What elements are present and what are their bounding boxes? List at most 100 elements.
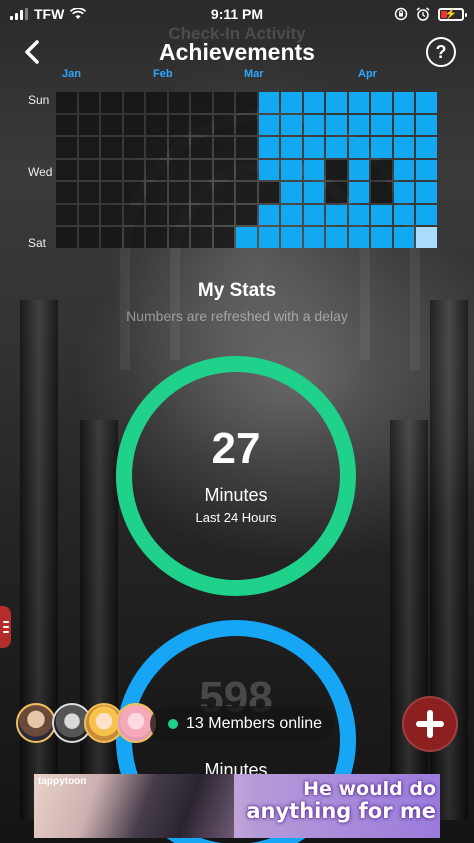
- heatmap-cell: [258, 204, 279, 225]
- minutes-24h-value: 27: [211, 424, 261, 473]
- help-icon: ?: [435, 41, 447, 62]
- heatmap-cell: [416, 159, 437, 180]
- heatmap-cell: [56, 204, 77, 225]
- heatmap-cell: [416, 227, 437, 248]
- heatmap-cell: [56, 114, 77, 135]
- heatmap-cell: [213, 137, 234, 158]
- heatmap-cell: [258, 114, 279, 135]
- ad-brand: tappytoon: [38, 776, 87, 787]
- heatmap-cell: [146, 204, 167, 225]
- heatmap-cell: [416, 204, 437, 225]
- day-label: Sun: [28, 93, 50, 107]
- heatmap-cell: [416, 92, 437, 113]
- heatmap-cell: [168, 182, 189, 203]
- heatmap-cell: [416, 114, 437, 135]
- heatmap-cell: [393, 182, 414, 203]
- online-dot-icon: [168, 719, 178, 729]
- heatmap-cell: [236, 114, 257, 135]
- ad-line-2: anything for me: [246, 798, 436, 823]
- heatmap-cell: [213, 92, 234, 113]
- alarm-icon: [416, 7, 430, 21]
- activity-heatmap: [56, 92, 437, 248]
- heatmap-cell: [101, 92, 122, 113]
- minutes-24h-unit: Minutes: [204, 485, 268, 505]
- heatmap-cell: [281, 182, 302, 203]
- members-online-label: 13 Members online: [186, 715, 323, 732]
- heatmap-cell: [101, 182, 122, 203]
- heatmap-cell: [348, 182, 369, 203]
- plus-icon: [416, 710, 444, 738]
- heatmap-cell: [416, 182, 437, 203]
- create-post-button[interactable]: [402, 696, 458, 752]
- calendar-day-labels: Sun Wed Sat: [0, 90, 56, 250]
- heatmap-cell: [123, 114, 144, 135]
- heatmap-cell: [281, 114, 302, 135]
- heatmap-cell: [213, 114, 234, 135]
- heatmap-cell: [78, 159, 99, 180]
- day-label: Sat: [28, 236, 47, 250]
- heatmap-cell: [191, 182, 212, 203]
- heatmap-cell: [371, 182, 392, 203]
- heatmap-cell: [326, 182, 347, 203]
- heatmap-cell: [56, 227, 77, 248]
- heatmap-cell: [326, 114, 347, 135]
- month-label: Mar: [244, 68, 264, 80]
- avatar: [16, 703, 56, 743]
- day-label: Wed: [28, 165, 53, 179]
- ad-line-1: He would do: [303, 778, 436, 800]
- heatmap-cell: [281, 227, 302, 248]
- heatmap-cell: [236, 137, 257, 158]
- chevron-left-icon: [25, 40, 39, 64]
- help-button[interactable]: ?: [426, 37, 456, 67]
- battery-icon: ⚡: [438, 7, 467, 21]
- heatmap-cell: [348, 137, 369, 158]
- heatmap-cell: [303, 92, 324, 113]
- heatmap-cell: [258, 92, 279, 113]
- heatmap-cell: [416, 137, 437, 158]
- side-drawer-handle[interactable]: [0, 606, 11, 648]
- heatmap-cell: [123, 204, 144, 225]
- month-label: Feb: [153, 68, 173, 80]
- heatmap-cell: [56, 92, 77, 113]
- heatmap-cell: [78, 182, 99, 203]
- heatmap-cell: [393, 204, 414, 225]
- heatmap-cell: [393, 227, 414, 248]
- heatmap-cell: [213, 204, 234, 225]
- minutes-24h-ring: 27 Minutes Last 24 Hours: [116, 356, 356, 596]
- heatmap-cell: [191, 137, 212, 158]
- online-avatars[interactable]: [16, 703, 166, 745]
- heatmap-cell: [236, 227, 257, 248]
- heatmap-cell: [258, 159, 279, 180]
- heatmap-cell: [303, 114, 324, 135]
- heatmap-cell: [56, 182, 77, 203]
- heatmap-cell: [326, 204, 347, 225]
- heatmap-cell: [191, 159, 212, 180]
- heatmap-cell: [146, 92, 167, 113]
- back-button[interactable]: [18, 38, 46, 66]
- wifi-icon: [70, 8, 87, 19]
- heatmap-cell: [258, 182, 279, 203]
- heatmap-cell: [56, 137, 77, 158]
- heatmap-cell: [213, 182, 234, 203]
- ad-banner[interactable]: tappytoon He would do anything for me: [34, 774, 440, 838]
- heatmap-cell: [168, 137, 189, 158]
- heatmap-cell: [78, 137, 99, 158]
- heatmap-cell: [101, 114, 122, 135]
- heatmap-cell: [236, 159, 257, 180]
- heatmap-cell: [146, 114, 167, 135]
- members-online-pill[interactable]: 13 Members online: [150, 706, 334, 742]
- heatmap-cell: [101, 137, 122, 158]
- heatmap-cell: [146, 182, 167, 203]
- heatmap-cell: [281, 159, 302, 180]
- heatmap-cell: [236, 182, 257, 203]
- heatmap-cell: [191, 204, 212, 225]
- heatmap-cell: [393, 114, 414, 135]
- heatmap-cell: [371, 204, 392, 225]
- heatmap-cell: [236, 92, 257, 113]
- heatmap-cell: [56, 159, 77, 180]
- heatmap-cell: [168, 159, 189, 180]
- heatmap-cell: [123, 92, 144, 113]
- heatmap-cell: [303, 204, 324, 225]
- heatmap-cell: [371, 227, 392, 248]
- heatmap-cell: [168, 92, 189, 113]
